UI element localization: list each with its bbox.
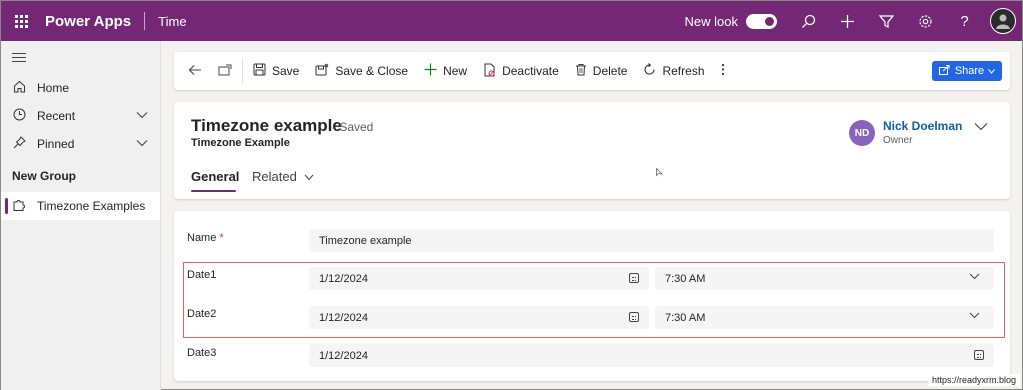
new-look-label: New look xyxy=(684,13,738,29)
refresh-label: Refresh xyxy=(662,64,705,78)
top-navigation-bar: Power Apps Time New look ? xyxy=(1,1,1022,41)
sidebar-item-timezone-examples[interactable]: Timezone Examples xyxy=(1,192,160,220)
delete-button[interactable]: Delete xyxy=(567,52,636,90)
owner-name-link[interactable]: Nick Doelman xyxy=(883,119,962,133)
clock-icon xyxy=(12,108,26,124)
more-commands-button[interactable] xyxy=(713,52,733,90)
pin-icon xyxy=(12,136,26,152)
sidebar-item-label: Timezone Examples xyxy=(37,199,146,213)
record-header: Timezone example - Saved Timezone Exampl… xyxy=(174,102,1010,199)
name-label-text: Name xyxy=(187,232,217,244)
delete-label: Delete xyxy=(592,64,628,78)
date3-date-input[interactable]: 1/12/2024 xyxy=(309,344,994,367)
owner-role-label: Owner xyxy=(883,135,913,146)
divider xyxy=(144,12,146,30)
sidebar-item-label: Pinned xyxy=(37,137,75,151)
divider xyxy=(242,59,243,83)
help-icon[interactable]: ? xyxy=(945,1,984,41)
deactivate-button[interactable]: Deactivate xyxy=(475,52,567,90)
more-icon xyxy=(721,63,725,79)
chevron-down-icon[interactable] xyxy=(136,138,148,150)
save-close-icon xyxy=(315,63,329,79)
new-button[interactable]: New xyxy=(416,52,475,90)
sidebar-item-pinned[interactable]: Pinned xyxy=(1,130,160,158)
search-icon[interactable] xyxy=(789,1,828,41)
owner-avatar[interactable]: ND xyxy=(849,120,875,146)
share-label: Share xyxy=(954,65,985,77)
home-icon xyxy=(12,80,26,96)
tab-related-label: Related xyxy=(252,169,297,184)
puzzle-icon xyxy=(12,198,26,215)
sidebar-item-label: Home xyxy=(37,81,70,95)
share-button[interactable]: Share xyxy=(932,61,1002,81)
save-icon xyxy=(253,63,266,79)
back-button[interactable] xyxy=(174,52,210,90)
hamburger-menu-icon[interactable] xyxy=(12,53,26,65)
sidebar-item-recent[interactable]: Recent xyxy=(1,102,160,130)
active-tab-indicator xyxy=(191,190,236,192)
share-icon xyxy=(938,64,950,78)
mouse-cursor-icon xyxy=(656,167,664,179)
avatar[interactable] xyxy=(990,8,1016,34)
back-arrow-icon xyxy=(188,64,202,79)
command-bar: Save Save & Close New Deactivate Delete … xyxy=(174,52,1010,90)
new-look-toggle[interactable] xyxy=(746,13,777,29)
chevron-down-icon[interactable] xyxy=(136,110,148,122)
waffle-icon[interactable] xyxy=(1,1,41,41)
field-label-name: Name * xyxy=(187,232,224,244)
chevron-down-icon[interactable] xyxy=(974,119,988,134)
name-input[interactable]: Timezone example xyxy=(309,229,994,252)
save-close-button[interactable]: Save & Close xyxy=(307,52,416,90)
required-indicator: * xyxy=(219,232,224,244)
open-new-window-button[interactable] xyxy=(210,52,240,90)
record-title: Timezone example xyxy=(191,116,342,135)
tab-related[interactable]: Related xyxy=(252,169,314,184)
plus-icon xyxy=(424,63,437,79)
save-label: Save xyxy=(272,64,300,78)
deactivate-icon xyxy=(483,63,496,80)
tab-general[interactable]: General xyxy=(191,169,239,184)
deactivate-label: Deactivate xyxy=(502,64,559,78)
sidebar: Home Recent Pinned New Group Timezone Ex… xyxy=(1,41,161,390)
chevron-down-icon xyxy=(304,169,314,184)
watermark-url: https://readyxrm.blog xyxy=(927,374,1020,386)
gear-icon[interactable] xyxy=(906,1,945,41)
trash-icon xyxy=(575,63,587,79)
date3-date-value: 1/12/2024 xyxy=(319,349,368,362)
app-area-label[interactable]: Time xyxy=(158,14,186,29)
new-label: New xyxy=(443,64,468,78)
refresh-button[interactable]: Refresh xyxy=(635,52,712,90)
nav-group-title: New Group xyxy=(12,169,77,183)
filter-icon[interactable] xyxy=(867,1,906,41)
chevron-down-icon xyxy=(988,65,996,77)
save-button[interactable]: Save xyxy=(245,52,307,90)
open-new-window-icon xyxy=(218,64,232,79)
field-label-date3: Date3 xyxy=(187,347,217,359)
refresh-icon xyxy=(643,63,656,79)
annotation-highlight-box xyxy=(183,262,1005,338)
save-status: - Saved xyxy=(332,120,374,134)
sidebar-item-home[interactable]: Home xyxy=(1,74,160,102)
sidebar-item-label: Recent xyxy=(37,109,76,123)
app-name[interactable]: Power Apps xyxy=(45,13,131,30)
calendar-icon[interactable] xyxy=(974,350,984,360)
entity-name: Timezone Example xyxy=(191,137,290,149)
save-close-label: Save & Close xyxy=(335,64,409,78)
plus-icon[interactable] xyxy=(828,1,867,41)
